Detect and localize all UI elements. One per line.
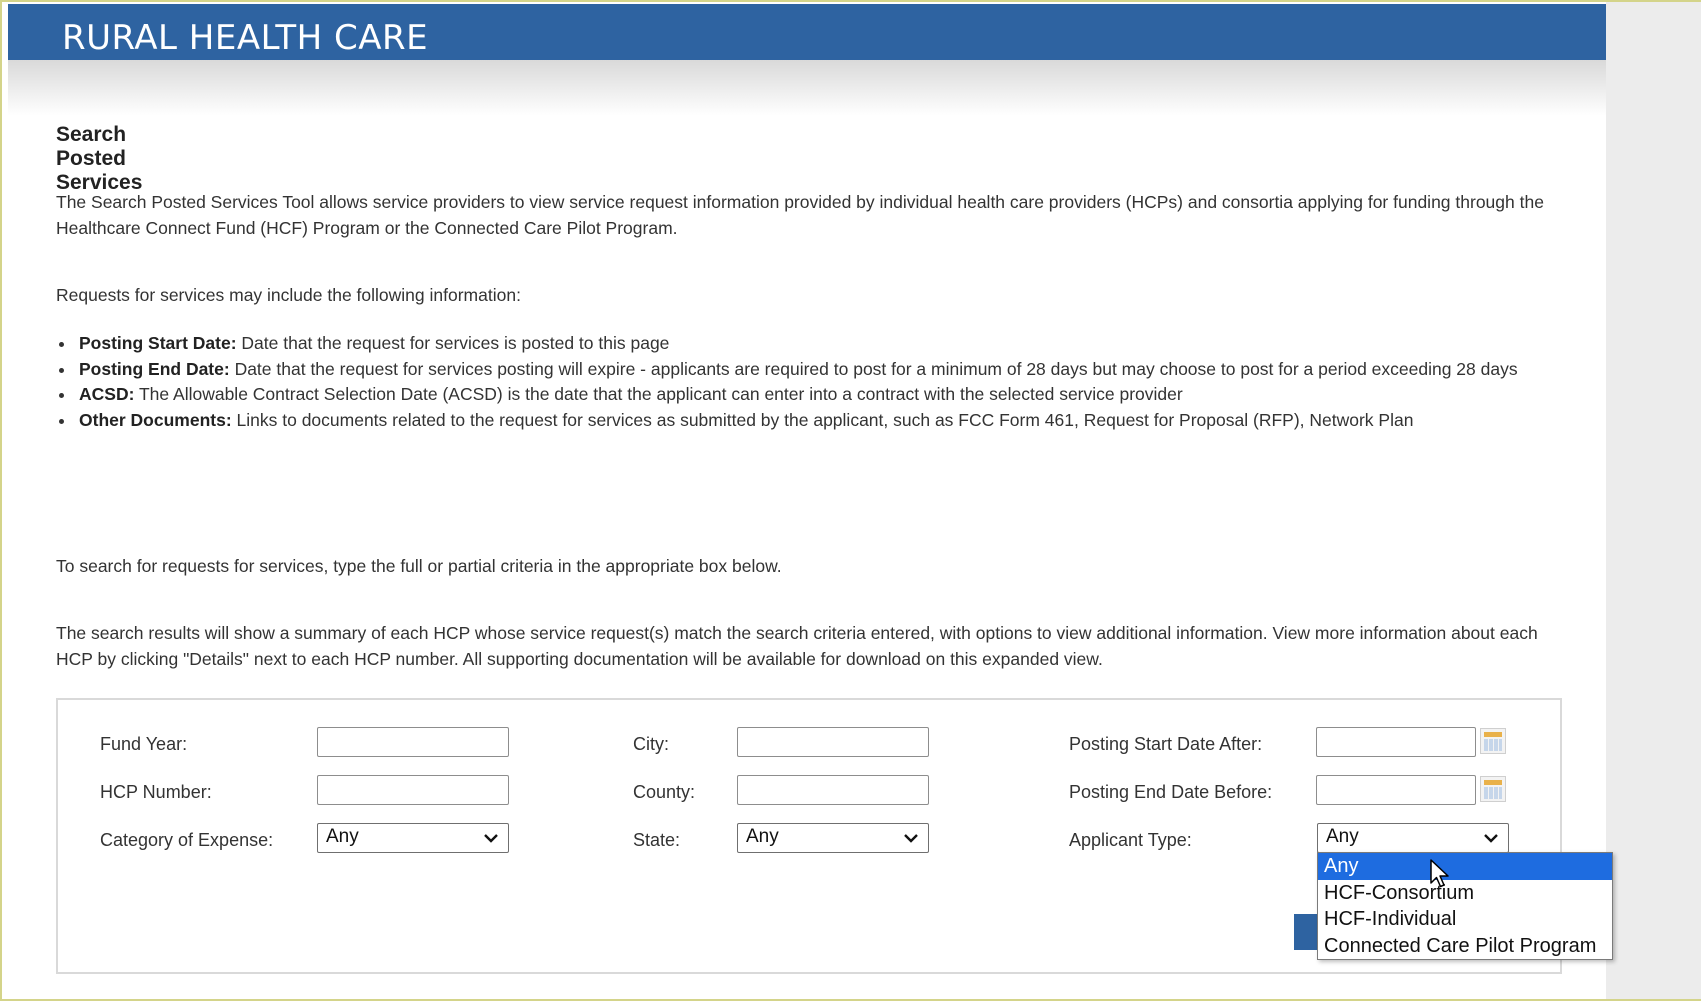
- option-hcf-individual[interactable]: HCF-Individual: [1318, 906, 1612, 933]
- search-instructions: To search for requests for services, typ…: [56, 556, 782, 576]
- state-select-value: Any: [746, 826, 779, 847]
- option-connected-care-pilot[interactable]: Connected Care Pilot Program: [1318, 933, 1612, 960]
- applicant-type-label: Applicant Type:: [1069, 830, 1192, 850]
- list-item: ACSD: The Allowable Contract Selection D…: [56, 382, 1536, 408]
- header-shadow: [8, 60, 1606, 116]
- option-hcf-consortium[interactable]: HCF-Consortium: [1318, 880, 1612, 907]
- results-instructions: The search results will show a summary o…: [56, 623, 1538, 669]
- applicant-type-select[interactable]: Any: [1317, 823, 1509, 853]
- category-select-value: Any: [326, 826, 359, 847]
- intro-text: The Search Posted Services Tool allows s…: [56, 192, 1544, 238]
- chevron-down-icon: [904, 834, 918, 843]
- state-select[interactable]: Any: [737, 823, 929, 853]
- chevron-down-icon: [484, 834, 498, 843]
- requests-intro-text: Requests for services may include the fo…: [56, 285, 521, 305]
- posting-start-label: Posting Start Date After:: [1069, 734, 1263, 754]
- city-input[interactable]: [737, 727, 929, 757]
- category-label: Category of Expense:: [100, 830, 274, 850]
- option-any[interactable]: Any: [1318, 853, 1612, 880]
- state-label: State:: [633, 830, 681, 850]
- window-gutter: [1606, 0, 1701, 1001]
- chevron-down-icon: [1484, 834, 1498, 843]
- county-label: County:: [633, 782, 696, 802]
- category-select[interactable]: Any: [317, 823, 509, 853]
- calendar-icon[interactable]: [1480, 776, 1506, 802]
- fund-year-input[interactable]: [317, 727, 509, 757]
- posting-start-input[interactable]: [1316, 727, 1476, 757]
- site-header: RURAL HEALTH CARE: [8, 4, 1606, 60]
- county-input[interactable]: [737, 775, 929, 805]
- page-title: Search Posted Services: [56, 123, 143, 194]
- posting-end-input[interactable]: [1316, 775, 1476, 805]
- list-item: Other Documents: Links to documents rela…: [56, 408, 1536, 434]
- site-title: RURAL HEALTH CARE: [62, 18, 429, 58]
- list-item: Posting Start Date: Date that the reques…: [56, 331, 1536, 357]
- hcp-number-input[interactable]: [317, 775, 509, 805]
- calendar-icon[interactable]: [1480, 728, 1506, 754]
- posting-end-label: Posting End Date Before:: [1069, 782, 1273, 802]
- info-list: Posting Start Date: Date that the reques…: [56, 331, 1536, 433]
- applicant-type-select-value: Any: [1326, 826, 1359, 847]
- hcp-number-label: HCP Number:: [100, 782, 212, 802]
- city-label: City:: [633, 734, 669, 754]
- list-item: Posting End Date: Date that the request …: [56, 357, 1536, 383]
- fund-year-label: Fund Year:: [100, 734, 188, 754]
- mouse-pointer-icon: [1430, 859, 1449, 888]
- applicant-type-options: Any HCF-Consortium HCF-Individual Connec…: [1317, 852, 1613, 960]
